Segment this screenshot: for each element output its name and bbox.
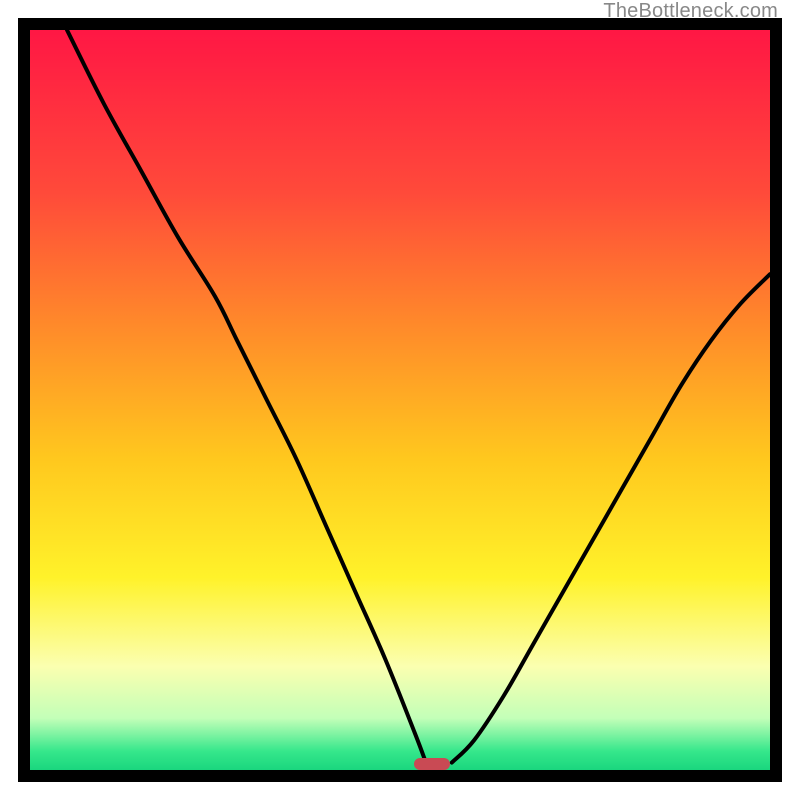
optimal-marker [414, 758, 450, 770]
bottleneck-curve [30, 30, 770, 770]
plot-area [30, 30, 770, 770]
watermark-text: TheBottleneck.com [603, 0, 778, 23]
